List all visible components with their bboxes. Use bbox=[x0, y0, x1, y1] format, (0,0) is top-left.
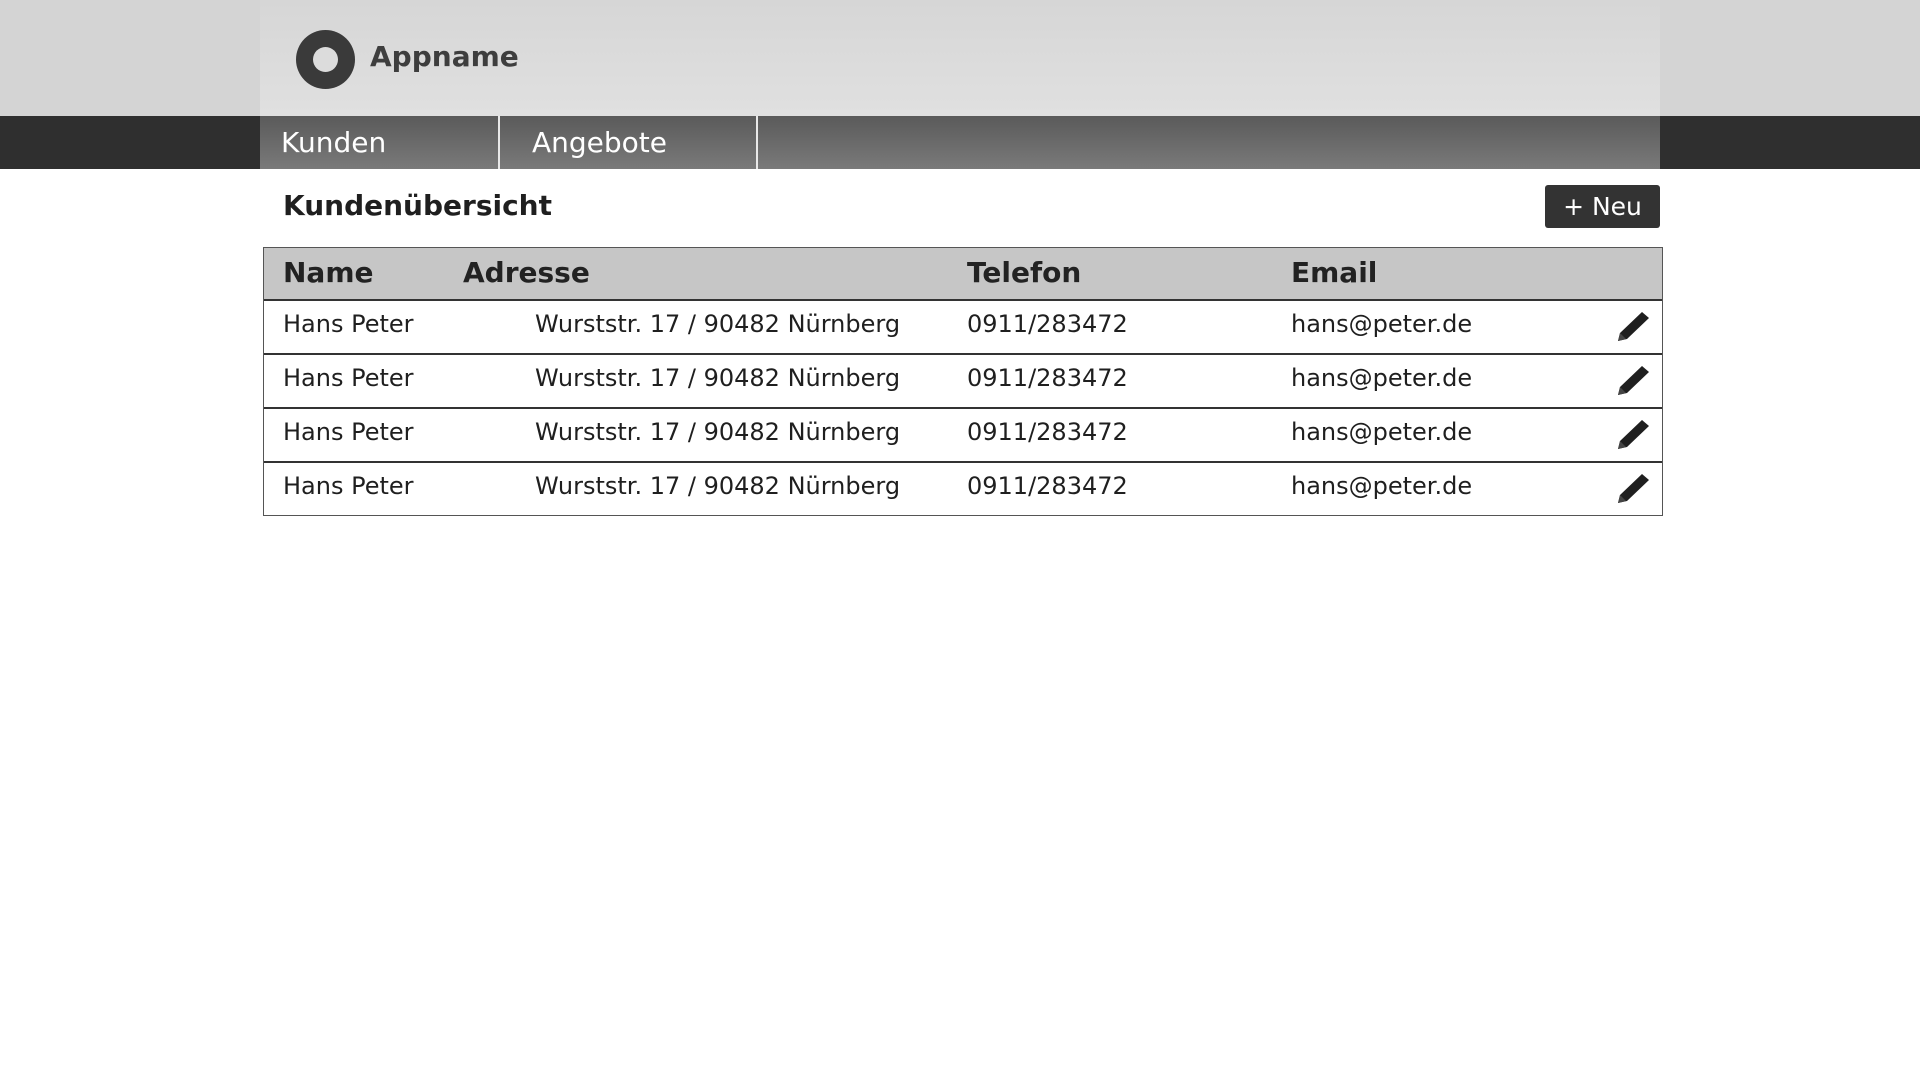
cell-address: Wurststr. 17 / 90482 Nürnberg bbox=[535, 472, 901, 500]
table-row[interactable]: Hans Peter Wurststr. 17 / 90482 Nürnberg… bbox=[264, 409, 1662, 463]
cell-address: Wurststr. 17 / 90482 Nürnberg bbox=[535, 418, 901, 446]
cell-email: hans@peter.de bbox=[1291, 364, 1473, 392]
cell-email: hans@peter.de bbox=[1291, 310, 1473, 338]
table-row[interactable]: Hans Peter Wurststr. 17 / 90482 Nürnberg… bbox=[264, 301, 1662, 355]
table-header: Name Adresse Telefon Email bbox=[264, 248, 1662, 301]
tab-kunden[interactable]: Kunden bbox=[260, 116, 503, 169]
column-header-phone[interactable]: Telefon bbox=[967, 248, 1081, 297]
table-row[interactable]: Hans Peter Wurststr. 17 / 90482 Nürnberg… bbox=[264, 355, 1662, 409]
column-header-name[interactable]: Name bbox=[283, 248, 374, 297]
cell-name: Hans Peter bbox=[283, 472, 414, 500]
pencil-icon[interactable] bbox=[1616, 417, 1652, 451]
logo-dot bbox=[313, 47, 338, 72]
cell-name: Hans Peter bbox=[283, 364, 414, 392]
column-header-address[interactable]: Adresse bbox=[463, 248, 590, 297]
cell-phone: 0911/283472 bbox=[967, 472, 1128, 500]
cell-address: Wurststr. 17 / 90482 Nürnberg bbox=[535, 310, 901, 338]
pencil-icon[interactable] bbox=[1616, 363, 1652, 397]
app-name: Appname bbox=[370, 40, 519, 73]
page-title: Kundenübersicht bbox=[283, 189, 552, 222]
cell-name: Hans Peter bbox=[283, 310, 414, 338]
cell-phone: 0911/283472 bbox=[967, 418, 1128, 446]
pencil-icon[interactable] bbox=[1616, 309, 1652, 343]
cell-phone: 0911/283472 bbox=[967, 310, 1128, 338]
tab-divider bbox=[498, 116, 500, 169]
cell-address: Wurststr. 17 / 90482 Nürnberg bbox=[535, 364, 901, 392]
customer-table: Name Adresse Telefon Email Hans Peter Wu… bbox=[263, 247, 1663, 516]
tab-divider bbox=[756, 116, 758, 169]
cell-phone: 0911/283472 bbox=[967, 364, 1128, 392]
column-header-email[interactable]: Email bbox=[1291, 248, 1377, 297]
new-customer-button[interactable]: + Neu bbox=[1545, 185, 1660, 228]
cell-name: Hans Peter bbox=[283, 418, 414, 446]
cell-email: hans@peter.de bbox=[1291, 472, 1473, 500]
pencil-icon[interactable] bbox=[1616, 471, 1652, 505]
table-row[interactable]: Hans Peter Wurststr. 17 / 90482 Nürnberg… bbox=[264, 463, 1662, 515]
cell-email: hans@peter.de bbox=[1291, 418, 1473, 446]
tab-angebote[interactable]: Angebote bbox=[505, 116, 758, 169]
app-logo-icon bbox=[296, 30, 355, 89]
